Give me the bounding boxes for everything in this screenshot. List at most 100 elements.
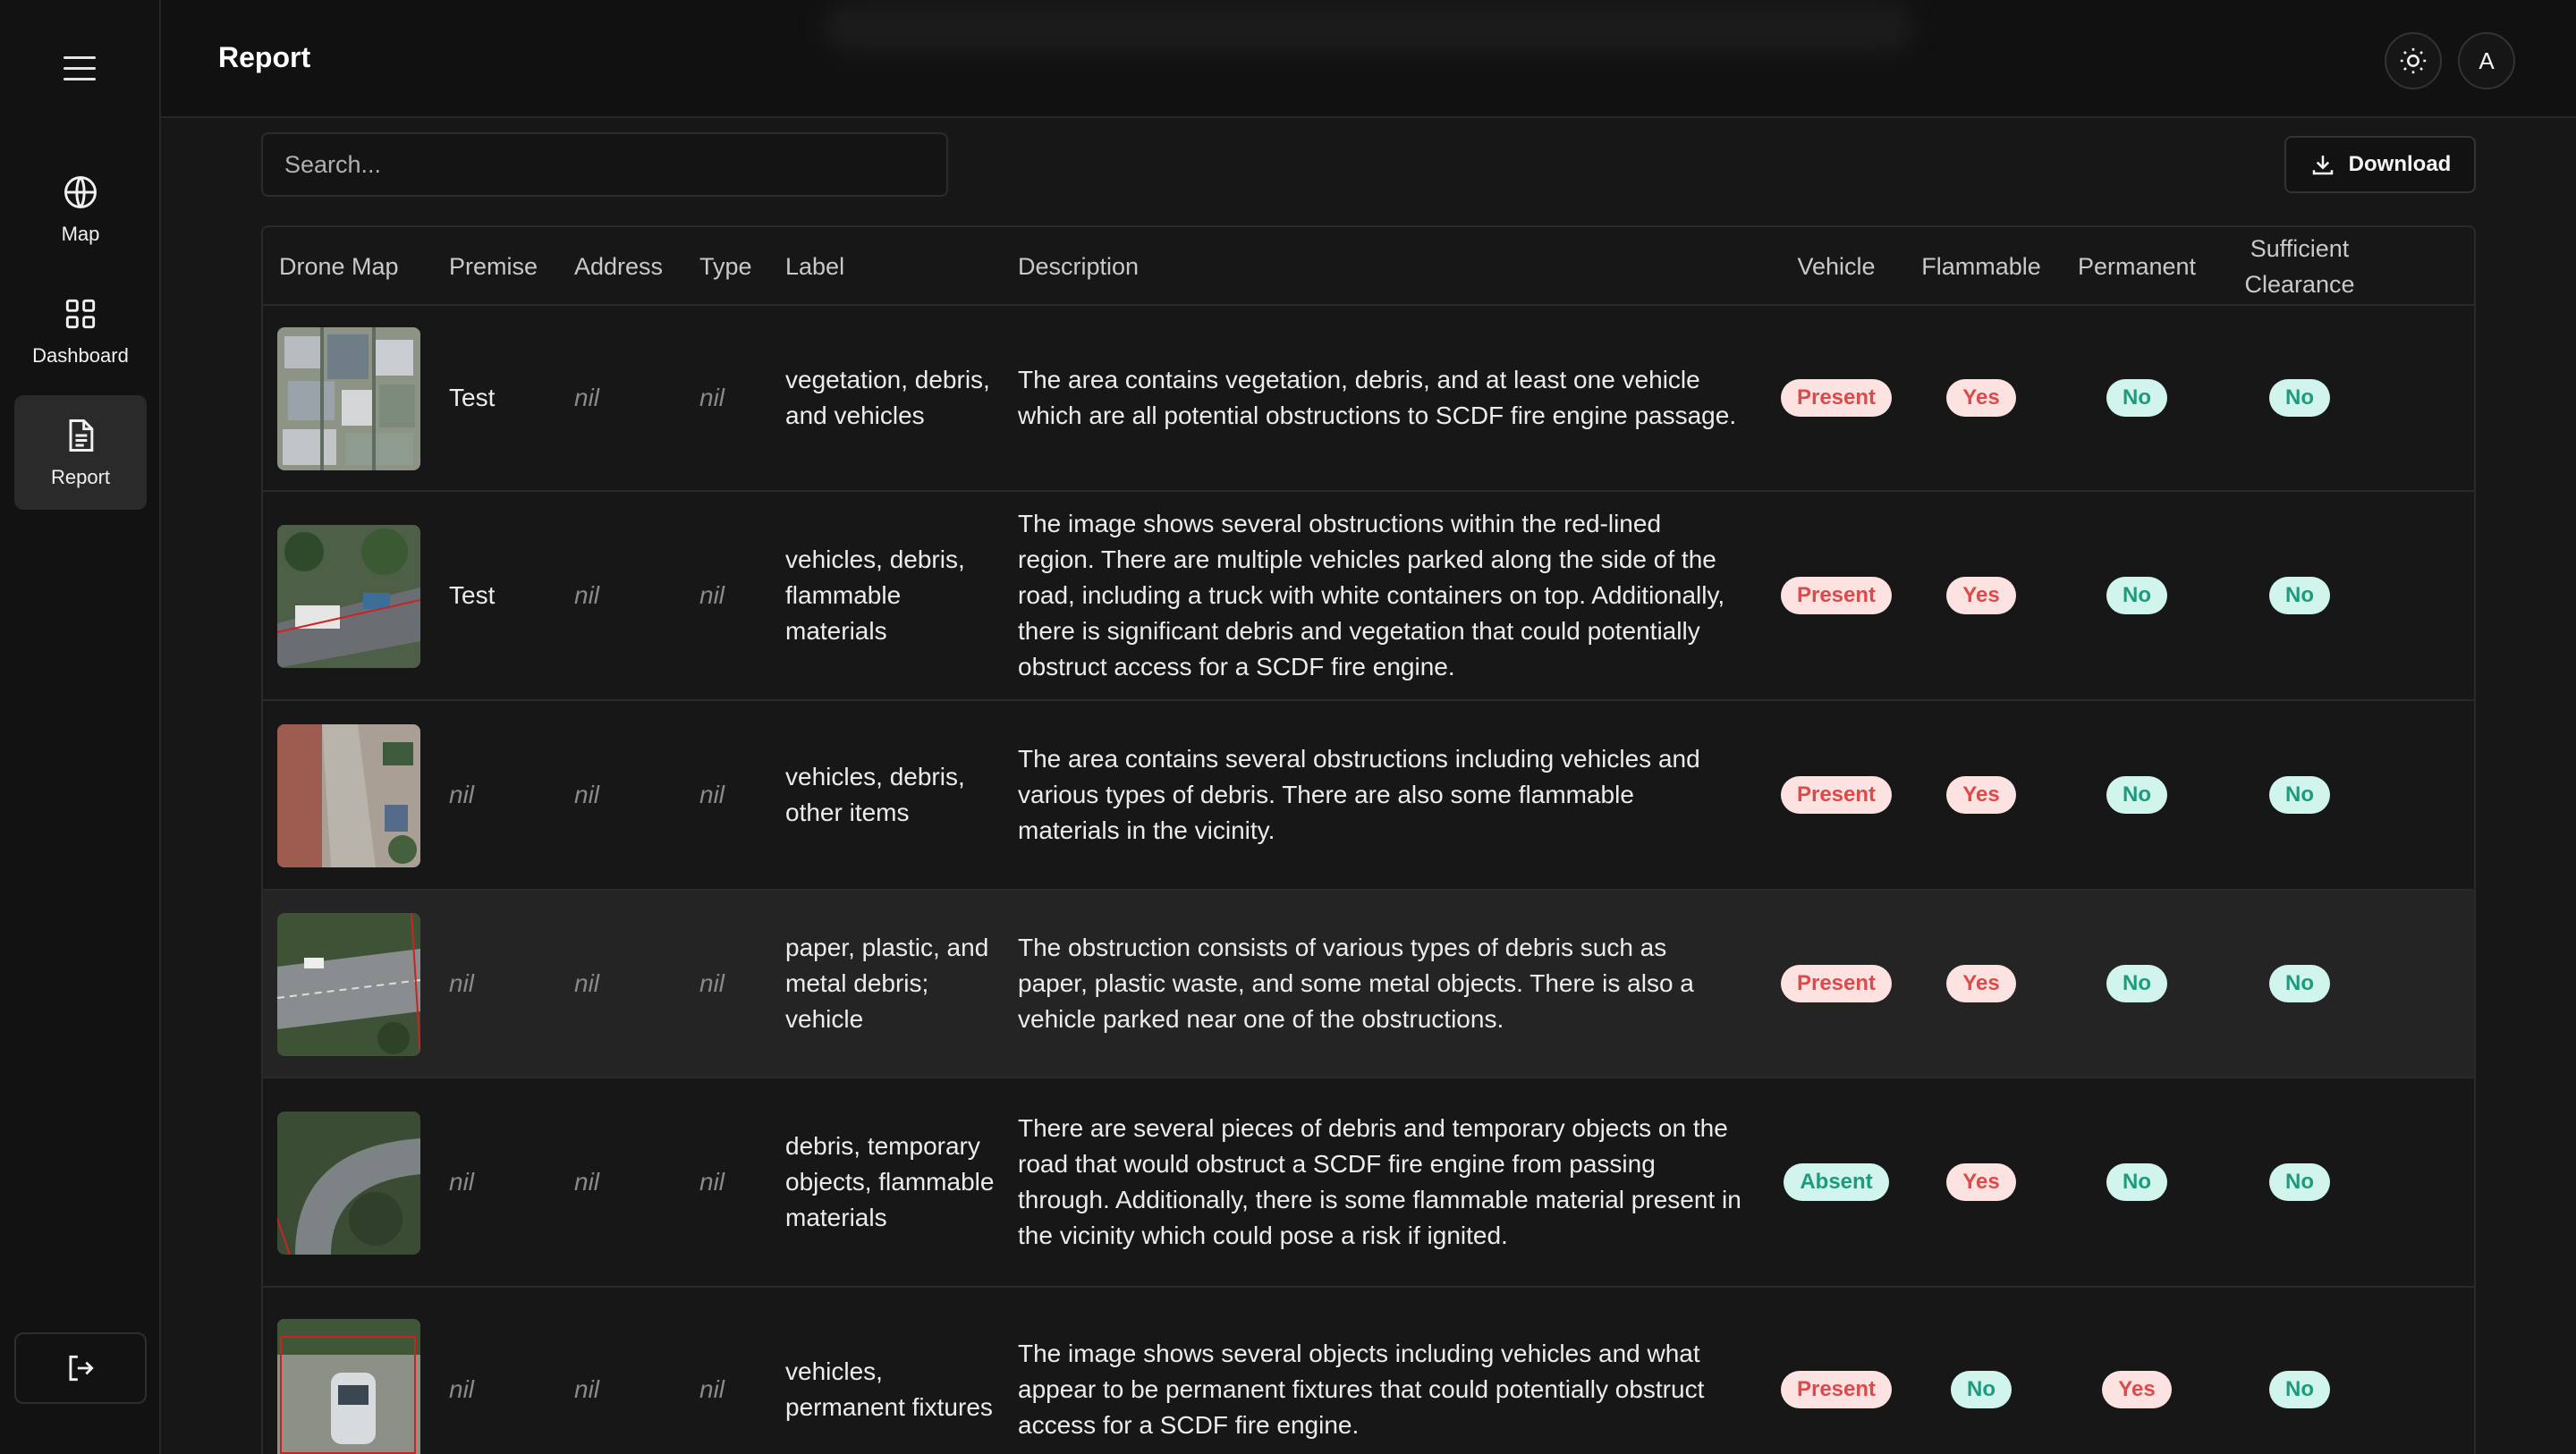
- premise-cell: nil: [449, 781, 475, 808]
- page-title: Report: [218, 41, 311, 73]
- column-header[interactable]: Drone Map: [279, 227, 399, 306]
- vehicle-badge: Absent: [1784, 1163, 1889, 1201]
- permanent-badge: Yes: [2102, 1371, 2172, 1408]
- clearance-cell: No: [2215, 701, 2385, 889]
- column-header[interactable]: Permanent: [2059, 227, 2215, 306]
- logout-icon: [69, 1355, 94, 1382]
- permanent-badge: No: [2106, 1163, 2167, 1201]
- label-cell: vehicles, debris, other items: [785, 763, 965, 826]
- nav-label-report: Report: [50, 466, 111, 488]
- document-icon: [69, 419, 94, 452]
- logout-button[interactable]: [14, 1332, 147, 1404]
- report-table: Drone Map Premise Address Type Label Des…: [261, 225, 2476, 1454]
- column-header[interactable]: Address: [574, 227, 663, 306]
- drone-map-thumbnail[interactable]: [277, 913, 420, 1056]
- column-header[interactable]: Description: [1018, 227, 1139, 306]
- flammable-badge: Yes: [1946, 379, 2016, 417]
- label-cell: vegetation, debris, and vehicles: [785, 366, 990, 429]
- drone-map-thumbnail[interactable]: [277, 724, 420, 867]
- table-row[interactable]: nil nil nil vehicles, permanent fixtures The…: [263, 1288, 2474, 1454]
- description-cell: The image shows several objects includin…: [1018, 1340, 1705, 1439]
- clearance-cell: No: [2215, 891, 2385, 1077]
- premise-cell: Test: [449, 384, 496, 411]
- type-cell: nil: [699, 581, 725, 609]
- label-cell: debris, temporary objects, flammable mat…: [785, 1132, 995, 1231]
- permanent-cell: No: [2059, 891, 2215, 1077]
- clearance-badge: No: [2269, 379, 2330, 417]
- permanent-cell: No: [2059, 1078, 2215, 1286]
- nav-label-dashboard: Dashboard: [32, 344, 129, 367]
- clearance-badge: No: [2269, 965, 2330, 1002]
- drone-map-thumbnail[interactable]: [277, 327, 420, 470]
- description-cell: The image shows several obstructions wit…: [1018, 510, 1725, 681]
- clearance-cell: No: [2215, 1078, 2385, 1286]
- download-icon: [2312, 156, 2333, 175]
- premise-cell: Test: [449, 581, 496, 609]
- sidebar: Map Dashboard Report: [0, 0, 161, 1454]
- vehicle-cell: Present: [1769, 891, 1903, 1077]
- premise-cell: nil: [449, 1168, 475, 1196]
- table-row[interactable]: nil nil nil paper, plastic, and metal debri…: [263, 891, 2474, 1078]
- description-cell: There are several pieces of debris and t…: [1018, 1114, 1741, 1249]
- vehicle-cell: Present: [1769, 306, 1903, 490]
- permanent-cell: No: [2059, 701, 2215, 889]
- flammable-cell: Yes: [1903, 891, 2059, 1077]
- nav-item-dashboard[interactable]: Dashboard: [14, 274, 147, 388]
- label-cell: vehicles, permanent fixtures: [785, 1357, 993, 1421]
- hamburger-menu-icon[interactable]: [55, 46, 104, 89]
- flammable-badge: Yes: [1946, 965, 2016, 1002]
- table-row[interactable]: Test nil nil vehicles, debris, flammable ma…: [263, 492, 2474, 701]
- clearance-cell: No: [2215, 1288, 2385, 1454]
- nav-item-report[interactable]: Report: [14, 395, 147, 510]
- column-header[interactable]: Type: [699, 227, 752, 306]
- download-button[interactable]: Download: [2284, 136, 2476, 193]
- type-cell: nil: [699, 1375, 725, 1403]
- header-glow: [823, 0, 1914, 54]
- clearance-cell: No: [2215, 306, 2385, 490]
- column-header[interactable]: Flammable: [1903, 227, 2059, 306]
- premise-cell: nil: [449, 1375, 475, 1403]
- permanent-cell: No: [2059, 306, 2215, 490]
- vehicle-badge: Present: [1780, 577, 1893, 614]
- label-cell: vehicles, debris, flammable materials: [785, 545, 965, 645]
- flammable-cell: Yes: [1903, 306, 2059, 490]
- premise-cell: nil: [449, 969, 475, 997]
- column-header[interactable]: Sufficient Clearance: [2215, 227, 2385, 306]
- flammable-cell: Yes: [1903, 701, 2059, 889]
- flammable-cell: Yes: [1903, 1078, 2059, 1286]
- flammable-cell: No: [1903, 1288, 2059, 1454]
- vehicle-cell: Present: [1769, 701, 1903, 889]
- clearance-badge: No: [2269, 577, 2330, 614]
- flammable-badge: Yes: [1946, 776, 2016, 814]
- table-row[interactable]: nil nil nil debris, temporary objects, flam…: [263, 1078, 2474, 1288]
- column-header[interactable]: Vehicle: [1769, 227, 1903, 306]
- theme-toggle-button[interactable]: [2385, 32, 2442, 89]
- clearance-badge: No: [2269, 1163, 2330, 1201]
- avatar[interactable]: A: [2458, 32, 2515, 89]
- vehicle-cell: Present: [1769, 1288, 1903, 1454]
- vehicle-badge: Present: [1780, 379, 1893, 417]
- globe-icon: [64, 176, 97, 208]
- column-header[interactable]: Premise: [449, 227, 538, 306]
- column-header[interactable]: Label: [785, 227, 844, 306]
- permanent-badge: No: [2106, 379, 2167, 417]
- permanent-badge: No: [2106, 577, 2167, 614]
- vehicle-badge: Present: [1780, 965, 1893, 1002]
- vehicle-cell: Absent: [1769, 1078, 1903, 1286]
- flammable-badge: No: [1951, 1371, 2012, 1408]
- sun-icon: [2400, 47, 2427, 74]
- table-row[interactable]: Test nil nil vegetation, debris, and vehicl…: [263, 306, 2474, 492]
- description-cell: The area contains several obstructions i…: [1018, 745, 1700, 844]
- drone-map-thumbnail[interactable]: [277, 1112, 420, 1255]
- flammable-badge: Yes: [1946, 1163, 2016, 1201]
- vehicle-badge: Present: [1780, 1371, 1893, 1408]
- drone-map-thumbnail[interactable]: [277, 1319, 420, 1454]
- nav-label-map: Map: [61, 223, 100, 245]
- drone-map-thumbnail[interactable]: [277, 525, 420, 668]
- description-cell: The area contains vegetation, debris, an…: [1018, 366, 1737, 429]
- nav-item-map[interactable]: Map: [14, 152, 147, 266]
- search-input[interactable]: [261, 132, 948, 197]
- table-row[interactable]: nil nil nil vehicles, debris, other items Th…: [263, 701, 2474, 891]
- clearance-badge: No: [2269, 776, 2330, 814]
- top-header: Report A: [161, 0, 2576, 118]
